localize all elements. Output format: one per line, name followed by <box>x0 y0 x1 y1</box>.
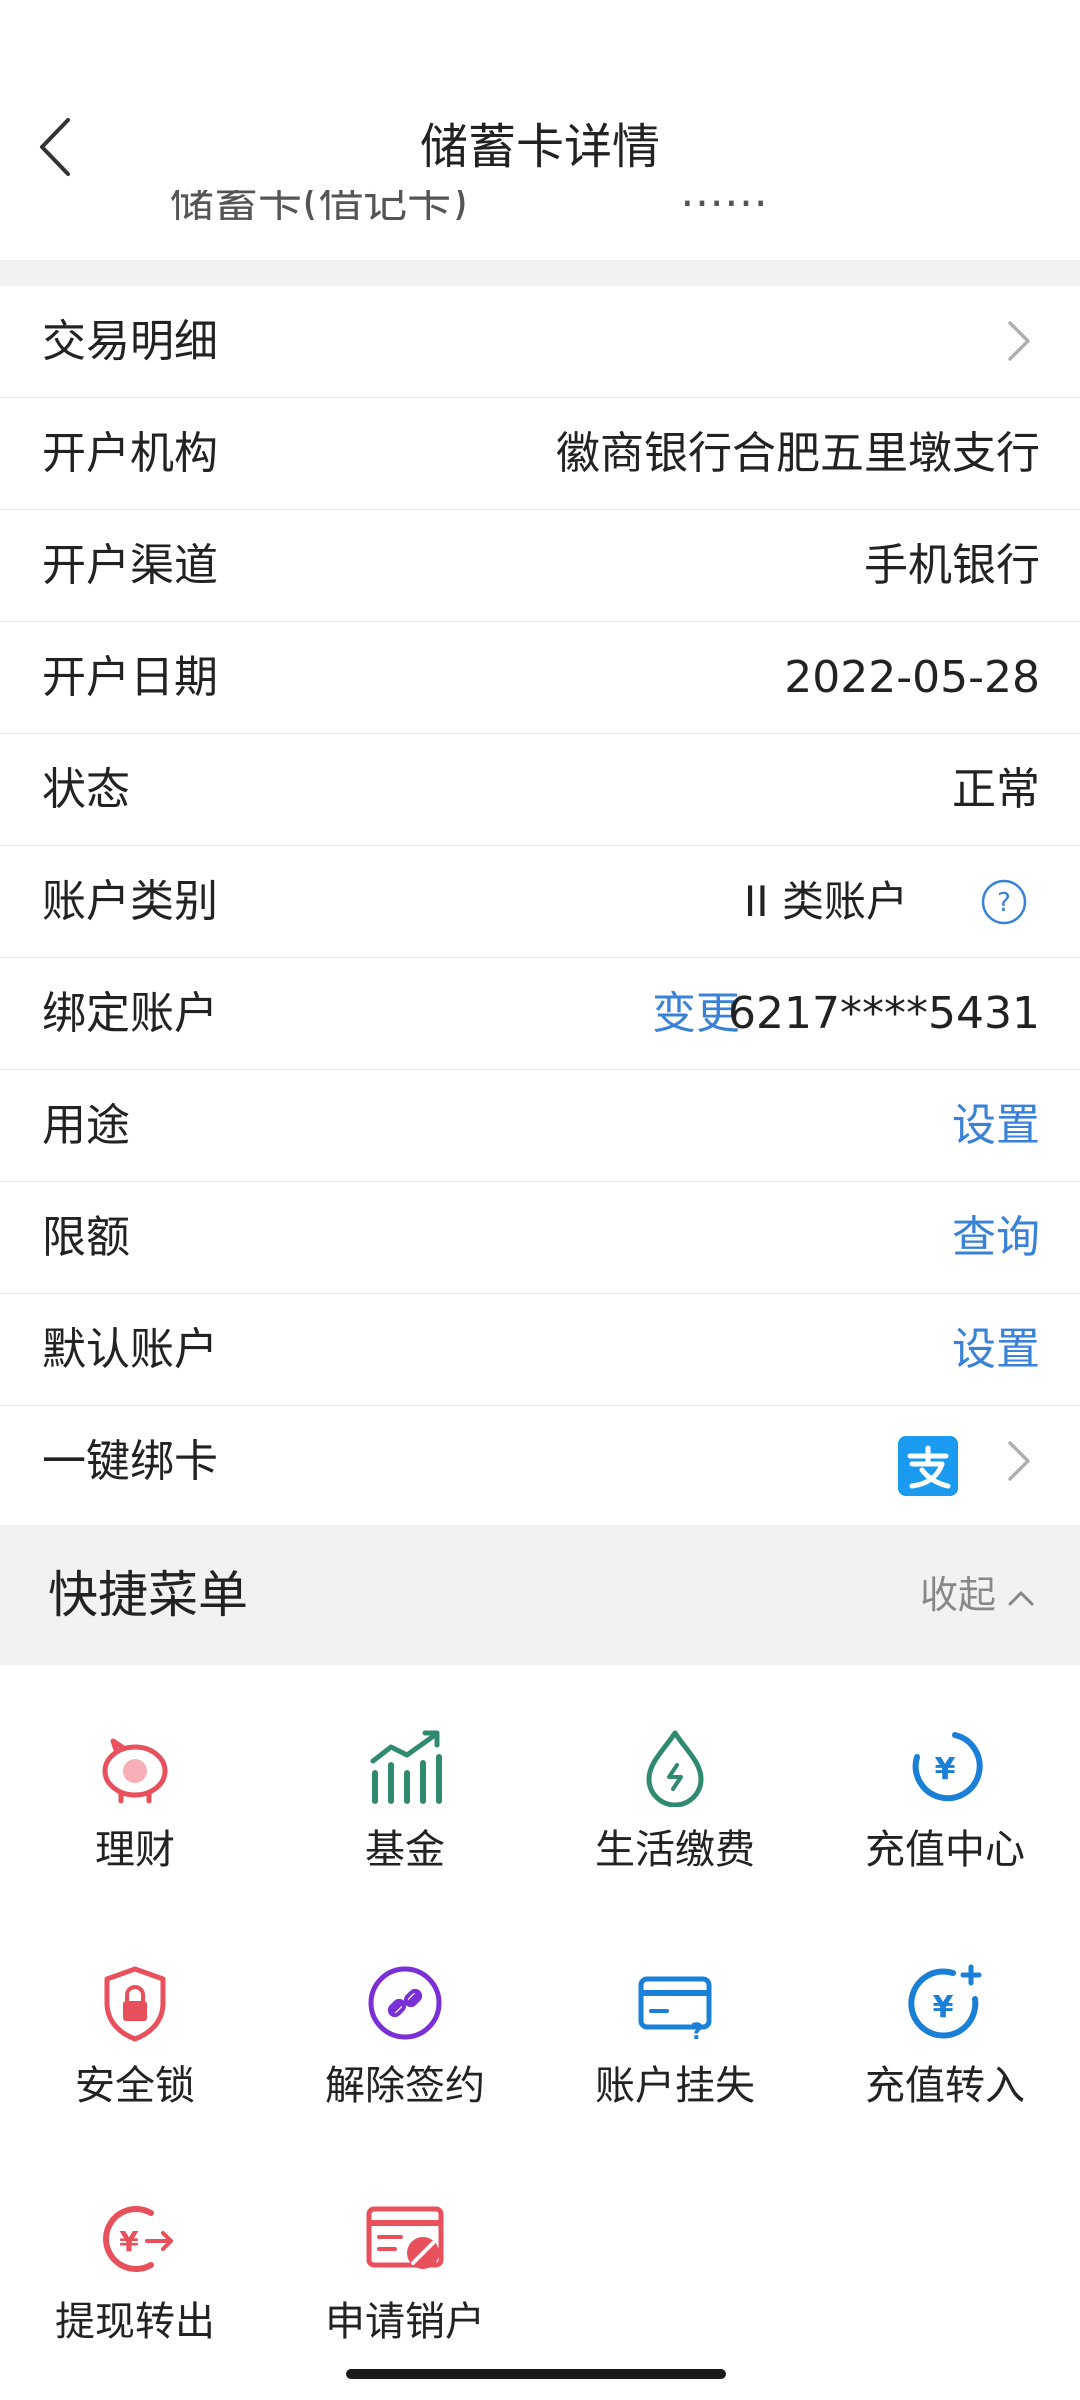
menu-item-wealth[interactable]: 理财 <box>0 1665 270 1901</box>
row-default-account: 默认账户 设置 <box>0 1294 1080 1406</box>
cut-off-text-left: 储蓄卡(借记卡) <box>170 190 469 220</box>
svg-text:?: ? <box>997 888 1011 918</box>
quick-menu-grid: 理财 基金 生活缴费 ¥ 充值中心 安全锁 解除签约 ? 账户挂失 ¥ 充值转入… <box>0 1665 1080 2400</box>
chevron-up-icon <box>1008 1591 1034 1605</box>
row-label: 一键绑卡 <box>42 1436 218 1487</box>
set-default-link[interactable]: 设置 <box>952 1294 1040 1405</box>
row-opening-institution: 开户机构 徽商银行合肥五里墩支行 <box>0 398 1080 510</box>
svg-text:?: ? <box>691 2020 704 2043</box>
query-limit-link[interactable]: 查询 <box>952 1182 1040 1293</box>
cut-off-card-info: 储蓄卡(借记卡) …… <box>0 190 1080 220</box>
card-question-icon: ? <box>638 1976 712 2043</box>
row-limit: 限额 查询 <box>0 1182 1080 1294</box>
row-value: 正常 <box>952 764 1040 815</box>
menu-item-label: 账户挂失 <box>595 2063 755 2109</box>
menu-item-cancel-contract[interactable]: 解除签约 <box>270 1901 540 2137</box>
row-label: 开户渠道 <box>42 540 218 591</box>
row-label: 限额 <box>42 1212 130 1263</box>
yuan-circle-icon: ¥ <box>912 1732 983 1802</box>
row-opening-channel: 开户渠道 手机银行 <box>0 510 1080 622</box>
row-value: II 类账户 <box>743 877 908 926</box>
unlink-icon <box>368 1966 442 2040</box>
chevron-right-icon <box>1008 1441 1030 1481</box>
detail-list: 交易明细 开户机构 徽商银行合肥五里墩支行 开户渠道 手机银行 开户日期 202… <box>0 286 1080 1517</box>
row-label: 绑定账户 <box>42 988 218 1039</box>
svg-text:¥: ¥ <box>935 1752 956 1787</box>
row-value: 手机银行 <box>864 540 1040 591</box>
cut-off-text-right: …… <box>680 190 768 217</box>
section-gap <box>0 260 1080 286</box>
menu-item-label: 充值转入 <box>865 2063 1025 2109</box>
row-label: 开户机构 <box>42 428 218 479</box>
menu-item-utility-payment[interactable]: 生活缴费 <box>540 1665 810 1901</box>
row-status: 状态 正常 <box>0 734 1080 846</box>
yuan-plus-icon: ¥ <box>908 1964 982 2039</box>
row-value: 2022-05-28 <box>784 652 1040 703</box>
shield-lock-icon <box>104 1966 166 2042</box>
card-cancel-icon <box>366 2206 444 2269</box>
menu-item-label: 充值中心 <box>865 1827 1025 1873</box>
change-link[interactable]: 变更 <box>652 958 740 1069</box>
menu-item-label: 提现转出 <box>55 2299 215 2345</box>
row-label: 交易明细 <box>42 316 218 367</box>
menu-item-withdraw-out[interactable]: ¥ 提现转出 <box>0 2137 270 2373</box>
row-purpose: 用途 设置 <box>0 1070 1080 1182</box>
menu-item-label: 理财 <box>95 1827 175 1873</box>
page-title: 储蓄卡详情 <box>419 119 660 175</box>
set-purpose-link[interactable]: 设置 <box>952 1070 1040 1181</box>
row-label: 默认账户 <box>42 1324 218 1375</box>
collapse-label: 收起 <box>919 1573 996 1617</box>
piggy-bank-icon <box>102 1738 168 1804</box>
collapse-button[interactable]: 收起 <box>920 1525 1036 1665</box>
drop-icon <box>646 1730 704 1807</box>
row-value: 6217****5431 <box>728 988 1040 1039</box>
menu-item-report-loss[interactable]: ? 账户挂失 <box>540 1901 810 2137</box>
chevron-right-icon <box>1008 321 1030 361</box>
alipay-icon <box>898 1436 958 1496</box>
row-label: 账户类别 <box>42 876 218 927</box>
menu-item-recharge-in[interactable]: ¥ 充值转入 <box>810 1901 1080 2137</box>
row-label: 开户日期 <box>42 652 218 703</box>
menu-item-fund[interactable]: 基金 <box>270 1665 540 1901</box>
row-label: 状态 <box>42 764 130 815</box>
row-opening-date: 开户日期 2022-05-28 <box>0 622 1080 734</box>
yuan-out-icon: ¥ <box>103 2206 173 2272</box>
menu-item-label: 申请销户 <box>325 2299 485 2345</box>
menu-item-security-lock[interactable]: 安全锁 <box>0 1901 270 2137</box>
quick-menu-title: 快捷菜单 <box>48 1566 248 1624</box>
svg-text:¥: ¥ <box>933 1990 954 2025</box>
menu-item-label: 生活缴费 <box>595 1827 755 1873</box>
chart-icon <box>370 1730 442 1804</box>
menu-item-close-account[interactable]: 申请销户 <box>270 2137 540 2373</box>
home-indicator[interactable] <box>346 2369 726 2379</box>
quick-menu-header: 快捷菜单 收起 <box>0 1525 1080 1665</box>
row-one-click-bind[interactable]: 一键绑卡 <box>0 1406 1080 1517</box>
row-label: 用途 <box>42 1100 130 1151</box>
header: 储蓄卡详情 储蓄卡(借记卡) …… <box>0 0 1080 220</box>
row-bound-account: 绑定账户 变更 6217****5431 <box>0 958 1080 1070</box>
help-question-icon[interactable]: ? <box>980 878 1028 926</box>
svg-text:¥: ¥ <box>119 2225 139 2258</box>
row-account-type: 账户类别 II 类账户 ? <box>0 846 1080 958</box>
menu-item-label: 安全锁 <box>75 2063 195 2109</box>
menu-item-recharge-center[interactable]: ¥ 充值中心 <box>810 1665 1080 1901</box>
row-transaction-details[interactable]: 交易明细 <box>0 286 1080 398</box>
row-value: 徽商银行合肥五里墩支行 <box>556 428 1040 479</box>
menu-item-label: 基金 <box>365 1827 445 1873</box>
menu-item-label: 解除签约 <box>325 2063 485 2109</box>
